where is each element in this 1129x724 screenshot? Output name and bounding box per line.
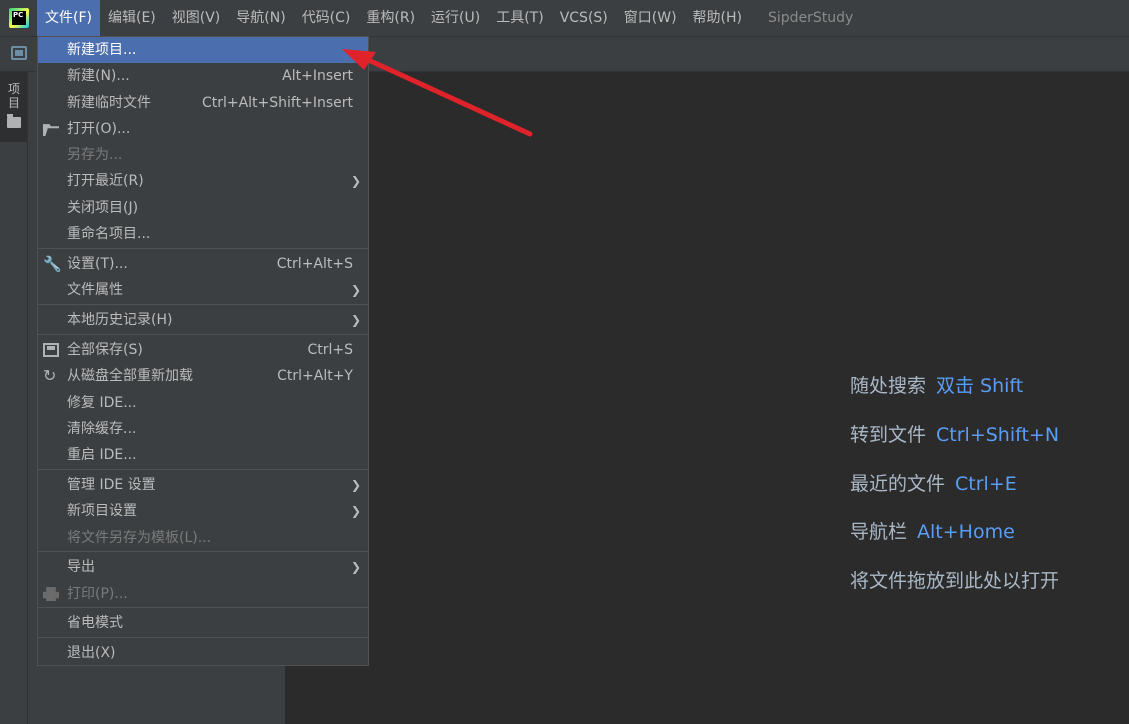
menu-item-settings[interactable]: 🔧 设置(T)... Ctrl+Alt+S bbox=[38, 251, 368, 277]
window-layout-icon[interactable] bbox=[11, 46, 27, 60]
menu-item-repair-ide[interactable]: 修复 IDE... bbox=[38, 390, 368, 416]
open-folder-icon bbox=[43, 124, 59, 136]
hint-key: Alt+Home bbox=[917, 521, 1015, 543]
menu-item-local-history[interactable]: 本地历史记录(H) ❯ bbox=[38, 307, 368, 333]
menu-help[interactable]: 帮助(H) bbox=[685, 0, 750, 36]
chevron-right-icon: ❯ bbox=[350, 283, 361, 297]
hint-recent-files: 最近的文件 Ctrl+E bbox=[850, 469, 1017, 496]
hint-key: 双击 Shift bbox=[936, 375, 1024, 397]
menu-window[interactable]: 窗口(W) bbox=[616, 0, 685, 36]
chevron-right-icon: ❯ bbox=[350, 560, 361, 574]
chevron-right-icon: ❯ bbox=[350, 478, 361, 492]
chevron-right-icon: ❯ bbox=[350, 174, 361, 188]
project-title: SipderStudy bbox=[768, 10, 854, 26]
project-tab-label: 项目 bbox=[7, 82, 20, 110]
menu-separator bbox=[38, 334, 368, 335]
chevron-right-icon: ❯ bbox=[350, 504, 361, 518]
hint-drop-files: 将文件拖放到此处以打开 bbox=[850, 566, 1059, 593]
menu-item-save-all[interactable]: 全部保存(S) Ctrl+S bbox=[38, 337, 368, 363]
menu-separator bbox=[38, 607, 368, 608]
menu-separator bbox=[38, 469, 368, 470]
menu-separator bbox=[38, 637, 368, 638]
hint-key: Ctrl+Shift+N bbox=[936, 424, 1060, 446]
menu-item-restart-ide[interactable]: 重启 IDE... bbox=[38, 442, 368, 468]
menu-navigate[interactable]: 导航(N) bbox=[228, 0, 293, 36]
hint-key: Ctrl+E bbox=[955, 473, 1017, 495]
hint-label: 导航栏 bbox=[850, 521, 908, 543]
project-tool-tab[interactable]: 项目 bbox=[0, 72, 27, 142]
hint-goto-file: 转到文件 Ctrl+Shift+N bbox=[850, 420, 1059, 447]
menu-bar: PC 文件(F) 编辑(E) 视图(V) 导航(N) 代码(C) 重构(R) 运… bbox=[0, 0, 1129, 37]
chevron-right-icon: ❯ bbox=[350, 313, 361, 327]
menu-item-new-project-settings[interactable]: 新项目设置 ❯ bbox=[38, 498, 368, 524]
menu-item-save-as-template[interactable]: 将文件另存为模板(L)... bbox=[38, 525, 368, 551]
menu-item-manage-ide-settings[interactable]: 管理 IDE 设置 ❯ bbox=[38, 472, 368, 498]
hint-search-everywhere: 随处搜索 双击 Shift bbox=[850, 371, 1023, 398]
menu-item-exit[interactable]: 退出(X) bbox=[38, 640, 368, 666]
menu-item-power-save-mode[interactable]: 省电模式 bbox=[38, 610, 368, 636]
menu-edit[interactable]: 编辑(E) bbox=[100, 0, 164, 36]
menu-separator bbox=[38, 248, 368, 249]
file-menu-dropdown: 新建项目... 新建(N)... Alt+Insert 新建临时文件 Ctrl+… bbox=[37, 36, 369, 666]
save-icon bbox=[43, 343, 59, 357]
menu-item-file-properties[interactable]: 文件属性 ❯ bbox=[38, 277, 368, 303]
menu-item-new-scratch[interactable]: 新建临时文件 Ctrl+Alt+Shift+Insert bbox=[38, 90, 368, 116]
hint-label: 将文件拖放到此处以打开 bbox=[850, 570, 1060, 592]
menu-item-export[interactable]: 导出 ❯ bbox=[38, 554, 368, 580]
menu-view[interactable]: 视图(V) bbox=[164, 0, 229, 36]
hint-navigation-bar: 导航栏 Alt+Home bbox=[850, 517, 1015, 544]
menu-item-close-project[interactable]: 关闭项目(J) bbox=[38, 195, 368, 221]
menu-vcs[interactable]: VCS(S) bbox=[552, 0, 616, 36]
hint-label: 随处搜索 bbox=[850, 375, 927, 397]
menu-item-print[interactable]: 打印(P)... bbox=[38, 581, 368, 607]
menu-separator bbox=[38, 551, 368, 552]
editor-area bbox=[285, 72, 1129, 724]
menu-item-invalidate-caches[interactable]: 清除缓存... bbox=[38, 416, 368, 442]
menu-refactor[interactable]: 重构(R) bbox=[358, 0, 423, 36]
menu-code[interactable]: 代码(C) bbox=[294, 0, 359, 36]
left-tool-stripe: 项目 bbox=[0, 72, 28, 724]
menu-item-new[interactable]: 新建(N)... Alt+Insert bbox=[38, 63, 368, 89]
refresh-icon: ↻ bbox=[43, 366, 57, 385]
menu-item-open[interactable]: 打开(O)... bbox=[38, 116, 368, 142]
hint-label: 转到文件 bbox=[850, 424, 927, 446]
menu-run[interactable]: 运行(U) bbox=[423, 0, 488, 36]
menu-item-save-as[interactable]: 另存为... bbox=[38, 142, 368, 168]
pycharm-logo-icon: PC bbox=[9, 8, 29, 28]
menu-item-open-recent[interactable]: 打开最近(R) ❯ bbox=[38, 168, 368, 194]
menu-separator bbox=[38, 304, 368, 305]
folder-icon bbox=[7, 114, 21, 128]
menu-item-reload-all[interactable]: ↻ 从磁盘全部重新加载 Ctrl+Alt+Y bbox=[38, 363, 368, 389]
menu-item-new-project[interactable]: 新建项目... bbox=[38, 37, 368, 63]
hint-label: 最近的文件 bbox=[850, 473, 946, 495]
menu-item-rename-project[interactable]: 重命名项目... bbox=[38, 221, 368, 247]
printer-icon bbox=[43, 587, 59, 601]
menu-file[interactable]: 文件(F) bbox=[37, 0, 100, 36]
wrench-icon: 🔧 bbox=[43, 255, 62, 273]
menu-tools[interactable]: 工具(T) bbox=[488, 0, 551, 36]
